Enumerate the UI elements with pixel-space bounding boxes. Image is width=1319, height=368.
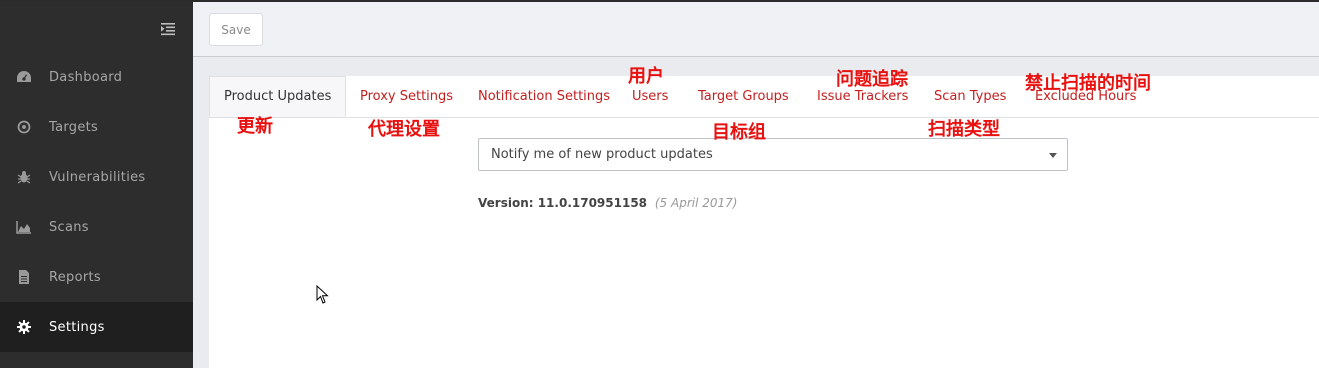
annotation-excluded-hours: 禁止扫描的时间 (1025, 73, 1151, 94)
version-info: Version: 11.0.170951158 (5 April 2017) (478, 196, 737, 210)
annotation-target-groups: 目标组 (712, 122, 766, 143)
chart-icon (16, 219, 32, 235)
chevron-down-icon (1049, 153, 1057, 158)
collapse-menu-icon[interactable] (161, 21, 177, 36)
annotation-scan-types: 扫描类型 (928, 119, 1000, 140)
product-updates-select[interactable]: Notify me of new product updates (478, 138, 1068, 171)
tabs-bar: Product Updates Proxy Settings Notificat… (209, 76, 1319, 118)
annotation-proxy-settings: 代理设置 (368, 119, 440, 140)
select-value: Notify me of new product updates (491, 147, 713, 162)
document-icon (16, 269, 32, 285)
dashboard-icon (16, 69, 32, 85)
tab-target-groups[interactable]: Target Groups (698, 76, 789, 117)
sidebar-item-settings[interactable]: Settings (0, 302, 193, 352)
gear-icon (16, 319, 32, 335)
sidebar-item-label: Reports (49, 269, 101, 285)
sidebar-item-label: Scans (49, 219, 89, 235)
version-date: (5 April 2017) (654, 196, 738, 210)
version-label: Version: 11.0.170951158 (478, 196, 648, 210)
sidebar-item-reports[interactable]: Reports (0, 252, 193, 302)
sidebar-item-label: Vulnerabilities (49, 169, 146, 185)
sidebar-item-scans[interactable]: Scans (0, 202, 193, 252)
tab-proxy-settings[interactable]: Proxy Settings (360, 76, 453, 117)
annotation-issue-trackers: 问题追踪 (836, 69, 908, 90)
sidebar: Dashboard Targets Vulnerabilities Scans … (0, 2, 193, 368)
sidebar-item-label: Targets (49, 119, 99, 135)
sidebar-item-label: Settings (49, 319, 105, 335)
tab-product-updates[interactable]: Product Updates (209, 76, 347, 117)
save-button[interactable]: Save (209, 13, 263, 46)
sidebar-item-label: Dashboard (49, 69, 123, 85)
target-icon (16, 119, 32, 135)
bug-icon (16, 169, 32, 185)
annotation-users: 用户 (628, 66, 664, 87)
sidebar-item-dashboard[interactable]: Dashboard (0, 52, 193, 102)
tab-scan-types[interactable]: Scan Types (934, 76, 1006, 117)
annotation-product-updates: 更新 (237, 116, 273, 137)
mouse-cursor-icon (316, 284, 330, 309)
sidebar-item-targets[interactable]: Targets (0, 102, 193, 152)
toolbar: Save (193, 2, 1319, 57)
sidebar-item-vulnerabilities[interactable]: Vulnerabilities (0, 152, 193, 202)
tab-notification-settings[interactable]: Notification Settings (478, 76, 610, 117)
